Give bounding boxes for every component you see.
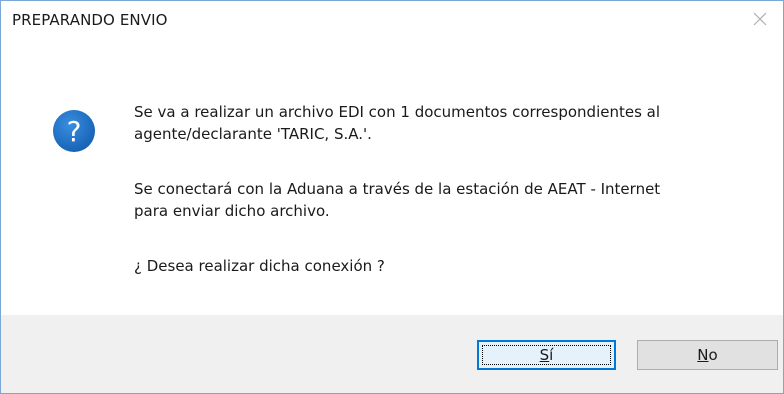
title-bar[interactable]: PREPARANDO ENVIO — [1, 1, 783, 37]
no-label-rest: o — [708, 346, 718, 364]
message-line-1: Se va a realizar un archivo EDI con 1 do… — [134, 103, 661, 121]
message-line-2: agente/declarante 'TARIC, S.A.'. — [134, 125, 372, 143]
button-bar: Sí No — [1, 315, 783, 393]
close-icon — [753, 12, 767, 26]
close-button[interactable] — [739, 1, 783, 37]
yes-button[interactable]: Sí — [477, 340, 616, 370]
svg-text:?: ? — [67, 115, 82, 148]
no-mnemonic: N — [697, 346, 709, 364]
message-area: ? Se va a realizar un archivo EDI con 1 … — [1, 37, 783, 315]
dialog-title: PREPARANDO ENVIO — [12, 11, 168, 29]
message-dialog: PREPARANDO ENVIO ? Se va a realizar un a… — [0, 0, 784, 394]
question-icon: ? — [53, 110, 95, 152]
message-line-3: Se conectará con la Aduana a través de l… — [134, 180, 661, 198]
no-button[interactable]: No — [637, 340, 778, 370]
message-line-4: para enviar dicho archivo. — [134, 202, 330, 220]
message-question: ¿ Desea realizar dicha conexión ? — [134, 257, 385, 275]
focus-rect — [482, 345, 611, 365]
